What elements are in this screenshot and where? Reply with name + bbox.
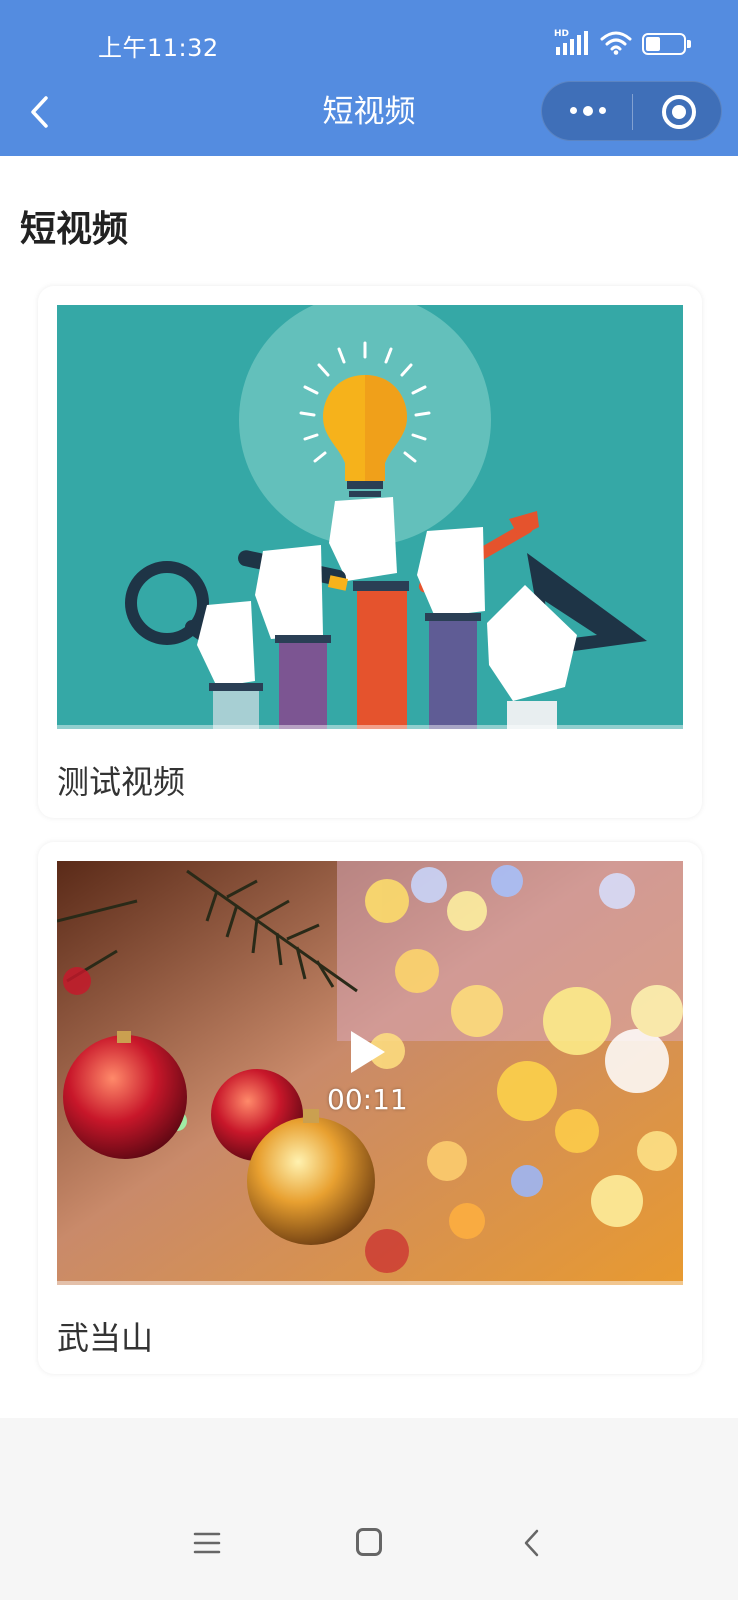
video-progress-track [57,1281,683,1285]
network-type-label: HD [554,29,570,39]
idea-illustration [57,305,683,729]
back-icon[interactable] [522,1528,542,1558]
play-icon[interactable] [345,1027,389,1077]
home-icon[interactable] [356,1528,382,1556]
wifi-icon [600,29,632,59]
more-dots-icon[interactable] [570,105,606,116]
mini-program-capsule [541,81,722,141]
video-duration: 00:11 [327,1083,408,1116]
header-bar: 上午11:32 HD 7 短视频 [0,0,738,156]
section-title: 短视频 [20,209,129,250]
capsule-divider [632,94,633,130]
video-card[interactable]: 测试视频 [38,286,702,818]
system-nav-bar [0,1500,738,1600]
menu-icon[interactable] [193,1530,221,1556]
video-progress-track [57,725,683,729]
video-thumbnail[interactable] [57,305,683,729]
video-thumbnail[interactable]: 00:11 [57,861,683,1285]
battery-icon: 7 [642,33,691,55]
target-circle-icon[interactable] [662,95,696,129]
video-title: 武当山 [57,1319,154,1357]
video-card[interactable]: 00:11 武当山 [38,842,702,1374]
status-time: 上午11:32 [98,34,219,62]
play-overlay[interactable]: 00:11 [327,1027,408,1116]
status-icons: HD 7 [554,29,691,59]
main-content: 短视频 测试视频 00:11 武当山 [0,156,738,1418]
battery-level: 7 [659,36,669,51]
video-title: 测试视频 [57,763,186,801]
signal-icon: HD [554,29,590,57]
